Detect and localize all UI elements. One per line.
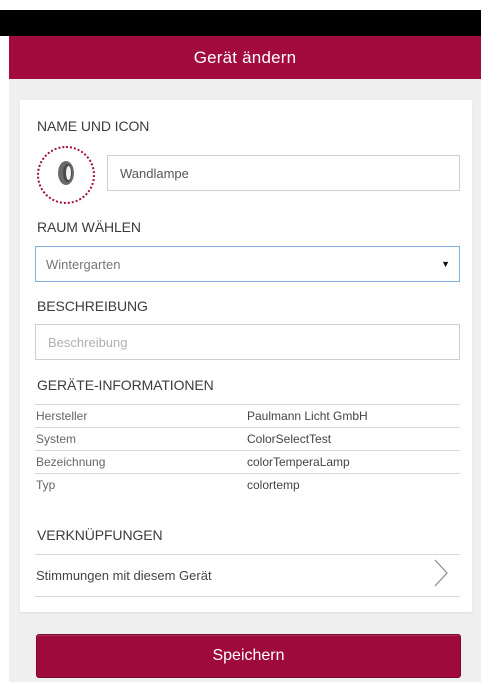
room-select-value: Wintergarten — [46, 256, 121, 272]
device-icon-picker[interactable] — [37, 146, 95, 204]
dropdown-arrow-icon: ▼ — [441, 259, 450, 269]
save-button-label: Speichern — [212, 647, 285, 664]
description-section-label: BESCHREIBUNG — [37, 298, 148, 314]
description-input[interactable] — [35, 324, 460, 360]
info-row-designation: Bezeichnung colorTemperaLamp — [35, 450, 460, 473]
room-select[interactable]: Wintergarten ▼ — [35, 246, 460, 282]
info-row-system: System ColorSelectTest — [35, 427, 460, 450]
page-title: Gerät ändern — [193, 47, 297, 67]
info-key: Bezeichnung — [36, 455, 106, 469]
info-value: ColorSelectTest — [247, 432, 332, 446]
name-section-label: NAME UND ICON — [37, 118, 150, 134]
device-info-section-label: GERÄTE-INFORMATIONEN — [37, 377, 214, 393]
info-value: colorTemperaLamp — [247, 455, 350, 469]
chevron-right-icon — [434, 559, 448, 592]
app-header: Gerät ändern — [9, 36, 481, 79]
info-key: Typ — [36, 478, 56, 492]
lamp-icon — [56, 159, 76, 192]
room-section-label: RAUM WÄHLEN — [37, 219, 141, 235]
info-value: Paulmann Licht GmbH — [247, 409, 368, 423]
scenes-link-label: Stimmungen mit diesem Gerät — [36, 568, 212, 583]
info-row-type: Typ colortemp — [35, 473, 460, 496]
save-button[interactable]: Speichern — [36, 634, 461, 678]
device-name-input[interactable] — [107, 155, 460, 191]
info-key: Hersteller — [36, 409, 88, 423]
links-section-label: VERKNÜPFUNGEN — [37, 527, 163, 543]
device-info-table: Hersteller Paulmann Licht GmbH System Co… — [35, 404, 460, 496]
info-value: colortemp — [247, 478, 300, 492]
status-bar — [0, 10, 481, 36]
scenes-link-row[interactable]: Stimmungen mit diesem Gerät — [35, 554, 460, 597]
info-row-manufacturer: Hersteller Paulmann Licht GmbH — [35, 404, 460, 427]
info-key: System — [36, 432, 77, 446]
